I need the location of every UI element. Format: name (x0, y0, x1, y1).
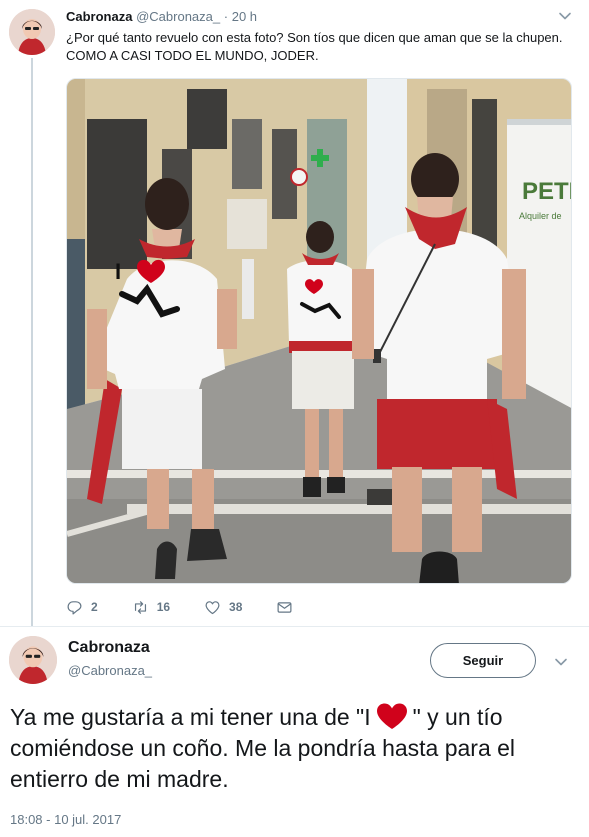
tweet-text: Ya me gustaría a mi tener una de "I " y u… (10, 702, 580, 795)
avatar-image (9, 636, 57, 684)
retweet-button[interactable]: 16 (132, 599, 170, 616)
truck-sub-lettering: Alquiler de (519, 211, 562, 221)
envelope-icon (277, 601, 292, 613)
divider (0, 626, 589, 627)
user-handle[interactable]: @Cabronaza_ (136, 9, 220, 24)
heart-icon (205, 600, 220, 614)
follow-button[interactable]: Seguir (430, 643, 536, 678)
chevron-down-icon[interactable] (557, 8, 573, 24)
like-button[interactable]: 38 (204, 599, 242, 616)
reply-button[interactable]: 2 (66, 599, 98, 616)
tweet-time[interactable]: 20 h (232, 9, 257, 24)
avatar-image (9, 9, 55, 55)
like-count: 38 (229, 600, 243, 614)
tweet-actions: 2 16 38 (66, 597, 335, 617)
display-name[interactable]: Cabronaza (68, 639, 150, 657)
reply-count: 2 (91, 600, 98, 614)
tweet-photo[interactable]: PETIT Alquiler de I (66, 78, 572, 584)
separator-dot: · (223, 9, 229, 24)
thread-connector-line (31, 58, 33, 626)
chevron-down-icon[interactable] (553, 654, 569, 670)
shirt-print-letter: I (115, 259, 121, 284)
tweet-text: ¿Por qué tanto revuelo con esta foto? So… (66, 30, 563, 63)
avatar[interactable] (9, 9, 55, 55)
tweet-text-part1: Ya me gustaría a mi tener una de "I (10, 704, 371, 730)
reply-icon (67, 600, 82, 614)
display-name[interactable]: Cabronaza (66, 9, 132, 24)
direct-message-button[interactable] (276, 599, 301, 616)
street-scene-photo: PETIT Alquiler de I (67, 79, 572, 583)
tweet-timestamp[interactable]: 18:08 - 10 jul. 2017 (10, 812, 121, 827)
tweet-header: Cabronaza @Cabronaza_ · 20 h (66, 9, 257, 25)
truck-lettering: PETIT (522, 178, 572, 205)
red-heart-emoji (376, 703, 407, 729)
avatar[interactable] (9, 636, 57, 684)
retweet-icon (134, 600, 146, 614)
user-handle[interactable]: @Cabronaza_ (68, 663, 152, 678)
retweet-count: 16 (156, 600, 171, 614)
